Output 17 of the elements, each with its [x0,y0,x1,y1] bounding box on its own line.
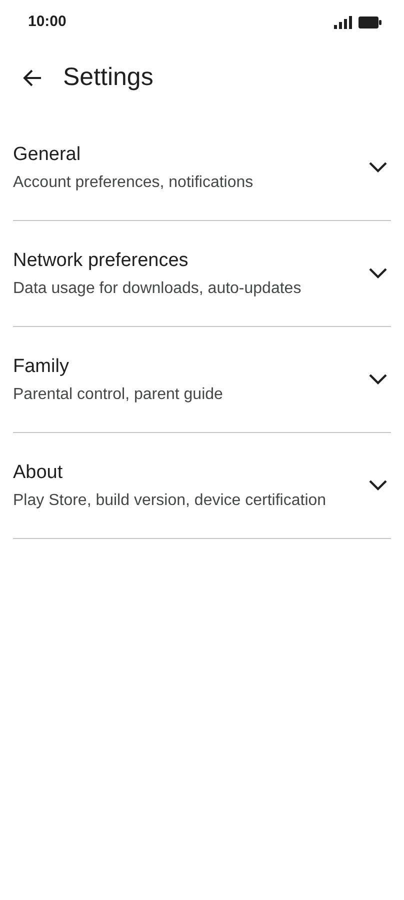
settings-section[interactable]: Family Parental control, parent guide [13,327,391,433]
settings-section[interactable]: Network preferences Data usage for downloads, auto-updates [13,221,391,327]
battery-icon [358,16,382,28]
signal-icon [334,16,352,28]
section-title: About [13,460,64,484]
section-subtitle: Data usage for downloads, auto-updates [13,278,302,298]
settings-section[interactable]: About Play Store, build version, device certification [13,433,391,539]
section-subtitle: Account preferences, notifications [13,172,254,192]
page-title: Settings [63,62,154,94]
section-title: Family [13,354,70,378]
back-arrow-icon [22,69,42,87]
section-subtitle: Play Store, build version, device certification [13,490,326,510]
status-time: 10:00 [28,12,66,32]
section-title: General [13,142,82,166]
section-subtitle: Parental control, parent guide [13,384,223,404]
section-title: Network preferences [13,248,190,272]
settings-section[interactable]: General Account preferences, notifications [13,115,391,221]
